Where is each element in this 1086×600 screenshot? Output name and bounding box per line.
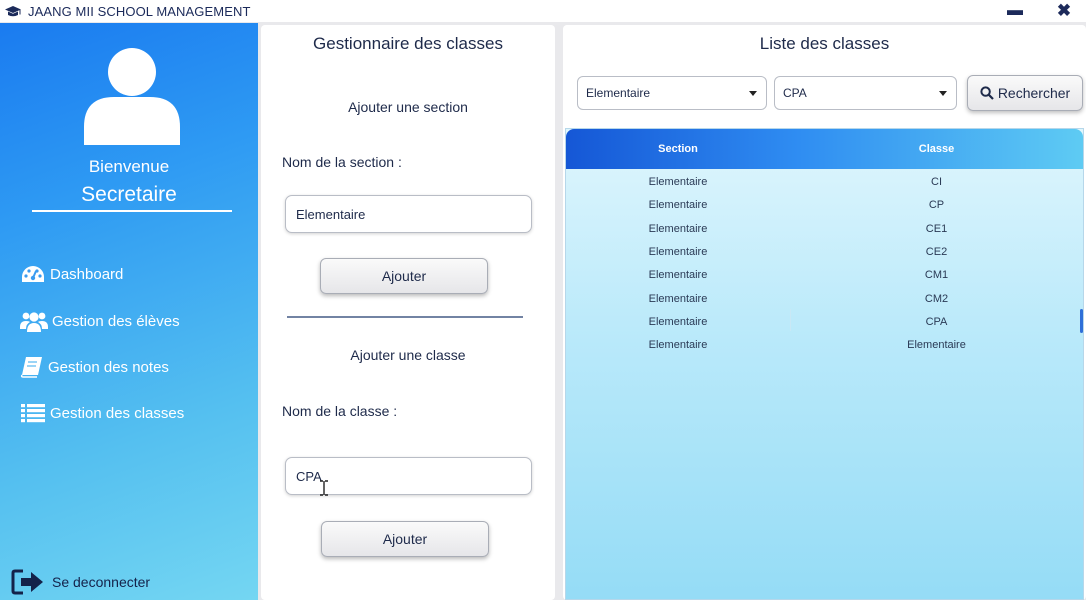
column-header-classe[interactable]: Classe bbox=[790, 129, 1083, 169]
close-button[interactable]: ✖ bbox=[1052, 1, 1076, 21]
sidebar-divider bbox=[32, 210, 232, 212]
sidebar-item-classes[interactable]: Gestion des classes bbox=[20, 400, 184, 426]
text-cursor-icon bbox=[320, 480, 328, 496]
notebook-icon bbox=[20, 357, 42, 378]
app-title: JAANG MII SCHOOL MANAGEMENT bbox=[28, 3, 251, 19]
cell-section: Elementaire bbox=[648, 175, 708, 188]
cell-section: Elementaire bbox=[648, 292, 708, 305]
add-section-title: Ajouter une section bbox=[348, 99, 468, 115]
table-row[interactable]: Elementaire CM2 bbox=[566, 287, 1083, 310]
section-filter-value: Elementaire bbox=[586, 86, 651, 100]
sidebar-item-notes[interactable]: Gestion des notes bbox=[20, 354, 169, 380]
chevron-down-icon bbox=[939, 91, 947, 96]
graduation-cap-icon bbox=[4, 4, 24, 18]
user-avatar-icon bbox=[84, 45, 180, 145]
sidebar: Bienvenue Secretaire Dashboard Gestion d… bbox=[0, 23, 258, 600]
search-icon bbox=[980, 86, 994, 100]
cell-classe: CPA bbox=[925, 315, 948, 328]
cell-classe: CM1 bbox=[924, 268, 949, 281]
sidebar-item-label: Gestion des notes bbox=[48, 358, 169, 376]
search-label: Rechercher bbox=[997, 85, 1071, 101]
table-row[interactable]: Elementaire CI bbox=[566, 170, 1083, 193]
section-divider bbox=[287, 316, 523, 318]
cell-section: Elementaire bbox=[648, 222, 708, 235]
cell-section: Elementaire bbox=[648, 338, 708, 351]
cell-section: Elementaire bbox=[648, 268, 708, 281]
add-class-button[interactable]: Ajouter bbox=[321, 521, 489, 557]
table-row[interactable]: Elementaire CM1 bbox=[566, 263, 1083, 286]
class-table: Section Classe Elementaire CI Elementair… bbox=[565, 128, 1084, 600]
cell-classe: CP bbox=[928, 198, 945, 211]
logout-button[interactable]: Se deconnecter bbox=[11, 567, 150, 597]
column-resize-line bbox=[790, 309, 791, 331]
add-section-button[interactable]: Ajouter bbox=[320, 258, 488, 294]
table-header: Section Classe bbox=[566, 129, 1083, 169]
cell-section: Elementaire bbox=[648, 245, 708, 258]
dashboard-icon bbox=[22, 266, 44, 282]
chevron-down-icon bbox=[749, 91, 757, 96]
add-class-title: Ajouter une classe bbox=[350, 347, 466, 363]
classe-filter-value: CPA bbox=[783, 86, 807, 100]
user-role: Secretaire bbox=[81, 183, 177, 206]
table-row[interactable]: Elementaire Elementaire bbox=[566, 333, 1083, 356]
table-row[interactable]: Elementaire CPA bbox=[566, 310, 1083, 333]
class-list-title: Liste des classes bbox=[759, 34, 890, 53]
sidebar-item-eleves[interactable]: Gestion des élèves bbox=[20, 308, 180, 334]
section-name-label: Nom de la section : bbox=[282, 154, 402, 170]
users-icon bbox=[20, 312, 48, 332]
classe-filter-select[interactable]: CPA bbox=[774, 76, 957, 110]
table-row[interactable]: Elementaire CE2 bbox=[566, 240, 1083, 263]
section-name-input[interactable] bbox=[285, 195, 532, 233]
scrollbar-thumb[interactable] bbox=[1080, 309, 1083, 333]
table-row[interactable]: Elementaire CE1 bbox=[566, 217, 1083, 240]
cell-classe: Elementaire bbox=[907, 338, 966, 351]
cell-classe: CE2 bbox=[925, 245, 948, 258]
logout-icon bbox=[11, 569, 43, 595]
class-manager-panel: Gestionnaire des classes Ajouter une sec… bbox=[261, 25, 555, 600]
cell-classe: CE1 bbox=[925, 222, 948, 235]
cell-classe: CI bbox=[931, 175, 942, 188]
cell-classe: CM2 bbox=[924, 292, 949, 305]
welcome-text: Bienvenue bbox=[88, 157, 170, 176]
class-manager-title: Gestionnaire des classes bbox=[313, 34, 503, 53]
sidebar-item-label: Gestion des classes bbox=[50, 404, 185, 422]
class-name-label: Nom de la classe : bbox=[282, 403, 398, 419]
list-icon bbox=[21, 404, 45, 423]
section-filter-select[interactable]: Elementaire bbox=[577, 76, 767, 110]
cell-section: Elementaire bbox=[648, 198, 708, 211]
search-button[interactable]: Rechercher bbox=[967, 75, 1083, 111]
table-row[interactable]: Elementaire CP bbox=[566, 193, 1083, 216]
minimize-button[interactable]: ▬ bbox=[1003, 1, 1027, 21]
column-header-section[interactable]: Section bbox=[566, 129, 790, 169]
sidebar-item-label: Dashboard bbox=[50, 265, 124, 283]
logout-label: Se deconnecter bbox=[52, 574, 151, 590]
title-bar: JAANG MII SCHOOL MANAGEMENT ▬ ✖ bbox=[0, 0, 1086, 22]
class-list-panel: Liste des classes Elementaire CPA Recher… bbox=[563, 25, 1086, 600]
sidebar-item-label: Gestion des élèves bbox=[52, 312, 180, 330]
sidebar-item-dashboard[interactable]: Dashboard bbox=[20, 261, 123, 287]
cell-section: Elementaire bbox=[648, 315, 708, 328]
